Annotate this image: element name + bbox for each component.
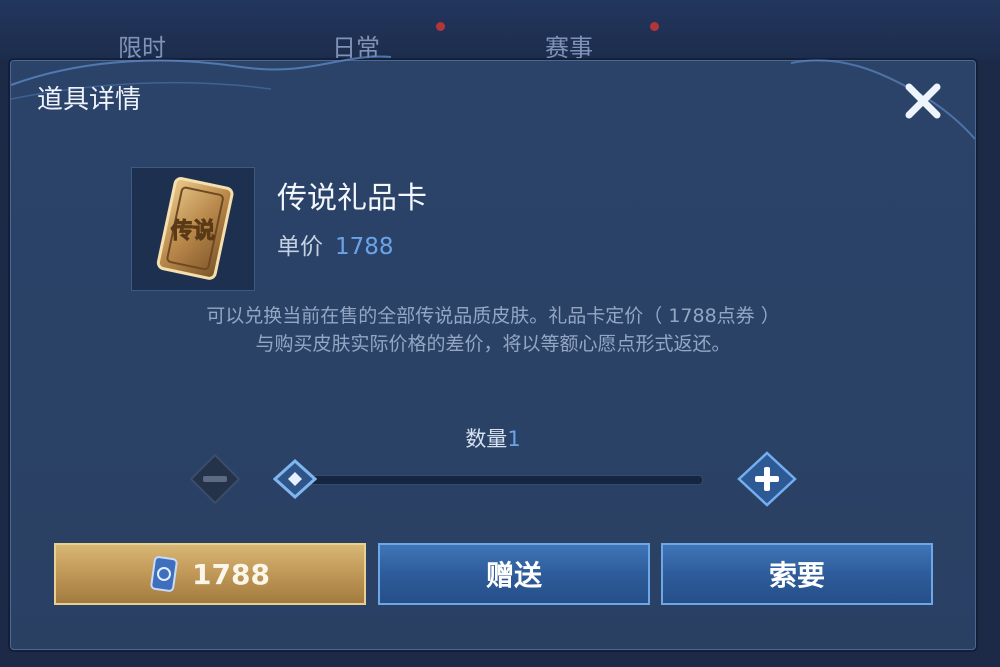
background-tab-bar: 限时 日常 赛事 xyxy=(0,0,1000,63)
close-button[interactable] xyxy=(897,75,949,127)
close-icon xyxy=(905,83,941,119)
notification-dot xyxy=(436,22,445,31)
tab-daily[interactable]: 日常 xyxy=(332,28,380,63)
dialog-title: 道具详情 xyxy=(37,85,142,115)
item-thumbnail: 传说 xyxy=(131,167,255,291)
quantity-label: 数量 xyxy=(465,427,508,451)
gift-button[interactable]: 赠送 xyxy=(378,543,650,605)
svg-text:传说: 传说 xyxy=(170,218,215,244)
request-button[interactable]: 索要 xyxy=(661,543,933,605)
diamond-handle-icon xyxy=(272,458,318,500)
notification-dot xyxy=(650,22,659,31)
price-label: 单价 xyxy=(277,234,323,260)
tab-limited[interactable]: 限时 xyxy=(118,28,166,63)
gift-label: 赠送 xyxy=(485,559,542,592)
quantity-display: 数量1 xyxy=(11,423,975,453)
cloud-decoration xyxy=(11,55,975,140)
quantity-slider-track[interactable] xyxy=(289,475,703,485)
quantity-value: 1 xyxy=(507,427,521,451)
request-label: 索要 xyxy=(768,559,825,592)
minus-icon xyxy=(189,453,241,505)
decrease-quantity-button[interactable] xyxy=(187,451,243,507)
item-name: 传说礼品卡 xyxy=(277,181,427,216)
quantity-slider-handle[interactable] xyxy=(272,458,318,500)
tab-events[interactable]: 赛事 xyxy=(545,28,593,63)
item-detail-dialog: 道具详情 传说 传说礼品卡 单价 1788 可以兑换当前在售的全部传说品质皮肤。礼 xyxy=(10,55,976,650)
item-description-line-2: 与购买皮肤实际价格的差价，将以等额心愿点形式返还。 xyxy=(255,333,731,355)
unit-price: 单价 1788 xyxy=(277,227,394,261)
coupon-icon xyxy=(150,556,178,592)
increase-quantity-button[interactable] xyxy=(737,451,797,507)
plus-icon xyxy=(737,451,797,507)
price-value: 1788 xyxy=(335,234,394,260)
item-description-line-1: 可以兑换当前在售的全部传说品质皮肤。礼品卡定价（ 1788点券 ） xyxy=(206,305,780,327)
buy-button[interactable]: 1788 xyxy=(54,543,366,605)
legend-card-icon: 传说 xyxy=(156,177,234,280)
buy-price: 1788 xyxy=(192,557,270,591)
